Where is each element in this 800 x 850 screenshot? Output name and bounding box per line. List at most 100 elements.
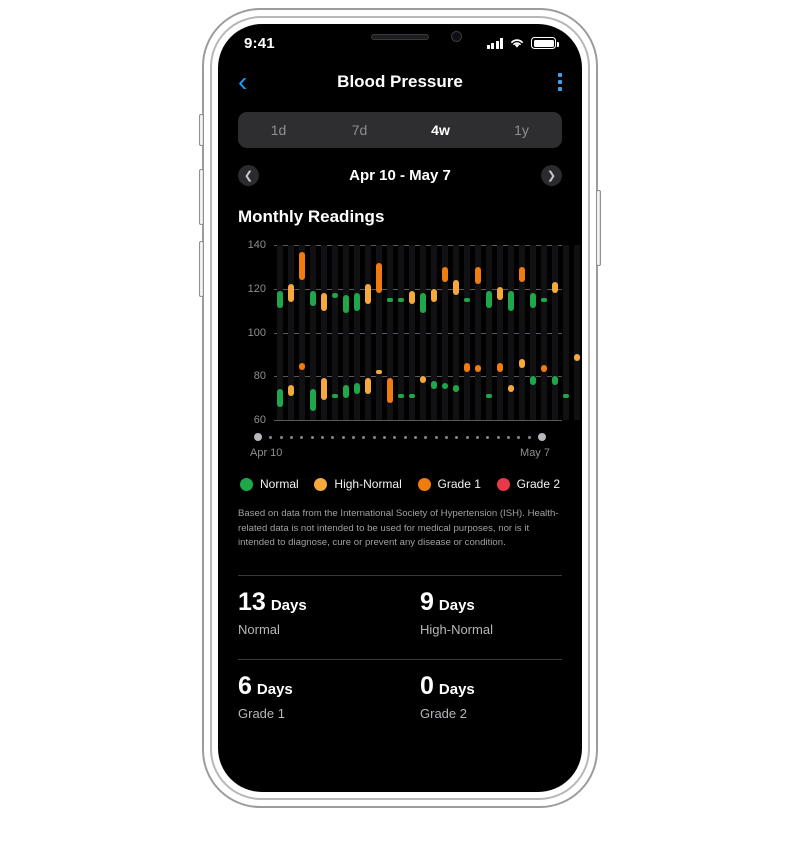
- chart-bar-systolic[interactable]: [375, 262, 382, 294]
- chart-bar-systolic[interactable]: [496, 286, 503, 300]
- chart-bar-diastolic[interactable]: [309, 389, 316, 412]
- chart-bar-systolic[interactable]: [441, 266, 448, 283]
- chart-bar-diastolic[interactable]: [518, 358, 525, 368]
- chart-bar-systolic[interactable]: [364, 284, 371, 305]
- chart-bar-diastolic[interactable]: [441, 382, 448, 390]
- scrubber-dot[interactable]: [300, 435, 304, 439]
- scrubber-dot[interactable]: [434, 435, 438, 439]
- overflow-menu-button[interactable]: [558, 73, 562, 91]
- chart-bar-diastolic[interactable]: [540, 365, 547, 372]
- chart-bar-diastolic[interactable]: [386, 378, 393, 403]
- chart-bar-systolic[interactable]: [298, 251, 305, 280]
- scrubber-dot[interactable]: [496, 435, 500, 439]
- chart-bar-diastolic[interactable]: [320, 378, 327, 401]
- chart-bar-systolic[interactable]: [485, 290, 492, 309]
- chart-bar-diastolic[interactable]: [562, 393, 569, 399]
- scrubber-dot[interactable]: [517, 435, 521, 439]
- chart-bar-diastolic[interactable]: [419, 376, 426, 383]
- chart-bar-diastolic[interactable]: [276, 389, 283, 407]
- chart-bar-systolic[interactable]: [419, 293, 426, 313]
- scrubber-dot[interactable]: [527, 435, 531, 439]
- scrubber-dot[interactable]: [320, 435, 324, 439]
- scrubber-dot[interactable]: [269, 435, 273, 439]
- chart-bar-diastolic[interactable]: [551, 376, 558, 385]
- chart-bar-diastolic[interactable]: [529, 376, 536, 385]
- segment-7d[interactable]: 7d: [319, 112, 400, 148]
- chart-bar-diastolic[interactable]: [353, 382, 360, 394]
- chart-bar-systolic[interactable]: [320, 293, 327, 311]
- scrubber-dot[interactable]: [362, 435, 366, 439]
- scrubber-start-handle[interactable]: [254, 433, 262, 441]
- chart-bar-diastolic[interactable]: [496, 363, 503, 372]
- chart-bar-diastolic[interactable]: [331, 393, 338, 399]
- chart-bar-diastolic[interactable]: [408, 393, 415, 399]
- chart-bar-systolic[interactable]: [474, 266, 481, 285]
- chart-bar-systolic[interactable]: [386, 297, 393, 302]
- chart-bar-diastolic[interactable]: [485, 393, 492, 399]
- next-period-button[interactable]: ❯: [541, 165, 562, 186]
- scrubber-dot[interactable]: [310, 435, 314, 439]
- segment-4w[interactable]: 4w: [400, 112, 481, 148]
- chart-bar-systolic[interactable]: [507, 290, 514, 311]
- chart-bar-systolic[interactable]: [518, 266, 525, 283]
- chart-bar-systolic[interactable]: [463, 297, 470, 302]
- y-axis-labels: 60 80 100 120 140: [238, 239, 266, 426]
- chart-bar-diastolic[interactable]: [474, 365, 481, 372]
- scrubber-dot[interactable]: [382, 435, 386, 439]
- chart-bar-systolic[interactable]: [452, 280, 459, 296]
- segment-1y[interactable]: 1y: [481, 112, 562, 148]
- chart-bar-systolic[interactable]: [430, 288, 437, 302]
- scrubber-dot[interactable]: [289, 435, 293, 439]
- volume-up-button[interactable]: [199, 169, 204, 225]
- back-button[interactable]: ‹: [238, 68, 268, 96]
- chart-bar-systolic[interactable]: [276, 290, 283, 309]
- chart-bar-systolic[interactable]: [353, 293, 360, 311]
- power-button[interactable]: [596, 190, 601, 266]
- chart-bar-systolic[interactable]: [529, 293, 536, 309]
- scrubber-track[interactable]: [238, 432, 562, 442]
- scrubber-dot[interactable]: [424, 435, 428, 439]
- chart-bar-systolic[interactable]: [342, 295, 349, 313]
- volume-down-button[interactable]: [199, 241, 204, 297]
- chart-bar-systolic[interactable]: [287, 284, 294, 302]
- chart-bar-diastolic[interactable]: [298, 363, 305, 370]
- scrubber-end-handle[interactable]: [537, 433, 546, 441]
- mute-switch-button[interactable]: [199, 114, 204, 146]
- blood-pressure-chart[interactable]: 60 80 100 120 140: [238, 239, 580, 426]
- scrubber-dot[interactable]: [413, 435, 417, 439]
- chart-column-track: [353, 245, 360, 420]
- chart-bar-diastolic[interactable]: [375, 369, 382, 375]
- chart-bar-diastolic[interactable]: [463, 363, 470, 372]
- scrubber-dot[interactable]: [465, 435, 469, 439]
- chart-bar-systolic[interactable]: [331, 293, 338, 298]
- chart-bar-diastolic[interactable]: [342, 385, 349, 399]
- chart-bar-diastolic[interactable]: [507, 385, 514, 392]
- timeline-scrubber[interactable]: Apr 10 May 7: [218, 420, 582, 459]
- scrubber-dot[interactable]: [341, 435, 345, 439]
- chart-bar-systolic[interactable]: [397, 297, 404, 302]
- previous-period-button[interactable]: ❮: [238, 165, 259, 186]
- scrubber-dot[interactable]: [403, 435, 407, 439]
- scrubber-dot[interactable]: [444, 435, 448, 439]
- scrubber-dot[interactable]: [393, 435, 397, 439]
- scrubber-dot[interactable]: [372, 435, 376, 439]
- scrubber-dot[interactable]: [455, 435, 459, 439]
- chart-bar-systolic[interactable]: [551, 282, 558, 294]
- scrubber-dot[interactable]: [331, 435, 335, 439]
- chart-bar-systolic[interactable]: [309, 290, 316, 307]
- scrubber-dot[interactable]: [486, 435, 490, 439]
- scrubber-dot[interactable]: [506, 435, 510, 439]
- chart-bar-diastolic[interactable]: [397, 393, 404, 399]
- segment-1d[interactable]: 1d: [238, 112, 319, 148]
- chart-bar-diastolic[interactable]: [430, 380, 437, 390]
- chart-bar-systolic[interactable]: [408, 290, 415, 305]
- scrubber-dot[interactable]: [475, 435, 479, 439]
- legend-color-dot-icon: [417, 477, 431, 491]
- scrubber-dot[interactable]: [351, 435, 355, 439]
- chart-bar-diastolic[interactable]: [364, 378, 371, 394]
- scrubber-dot[interactable]: [279, 435, 283, 439]
- chart-bar-diastolic[interactable]: [573, 354, 580, 361]
- chart-bar-systolic[interactable]: [540, 297, 547, 302]
- chart-bar-diastolic[interactable]: [452, 385, 459, 392]
- chart-bar-diastolic[interactable]: [287, 385, 294, 396]
